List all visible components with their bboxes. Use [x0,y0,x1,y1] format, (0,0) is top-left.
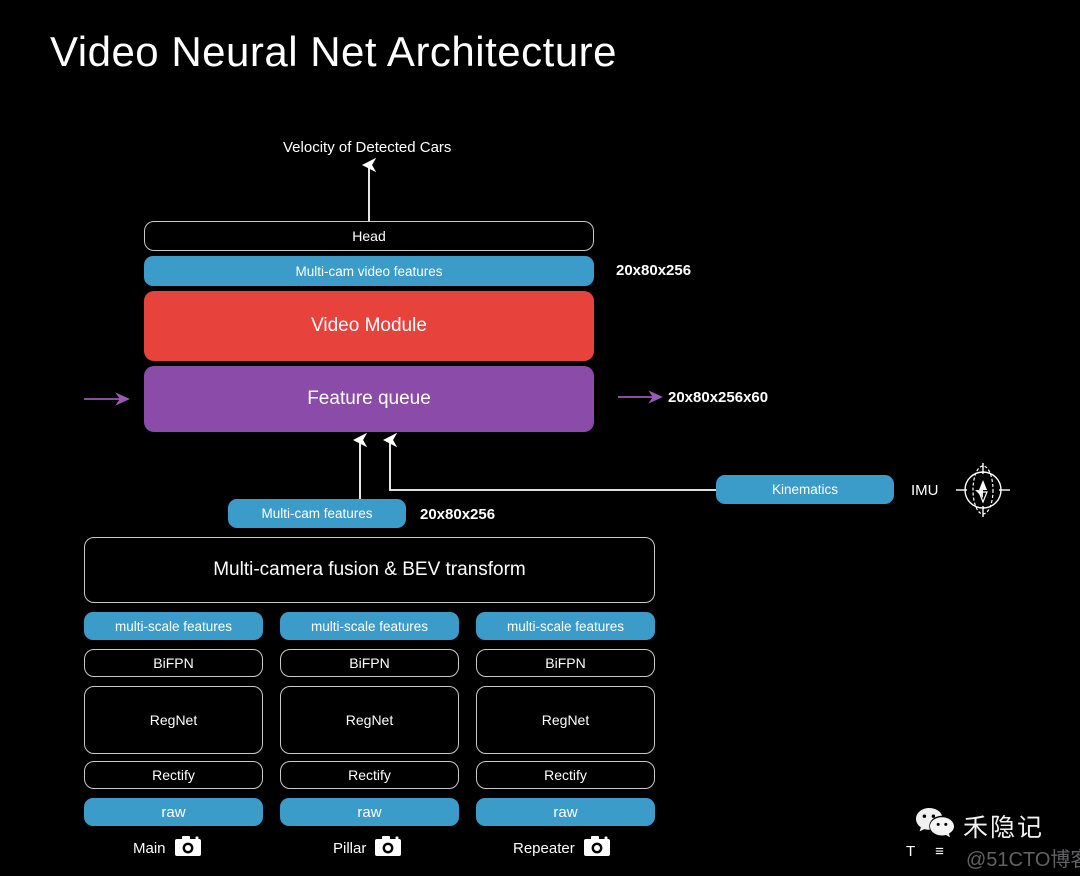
camera-pillar-label: Pillar [333,840,367,857]
node-pillar-bifpn[interactable]: BiFPN [280,649,459,677]
node-head-label: Head [352,228,386,244]
node-repeater-multiscale-features-label: multi-scale features [506,618,625,634]
node-pillar-rectify-label: Rectify [348,767,391,783]
imu-label: IMU [911,482,939,499]
node-pillar-raw-label: raw [357,803,382,821]
node-pillar-regnet-label: RegNet [345,712,394,728]
site-watermark: @51CTO博客 [966,849,1080,871]
page-title: Video Neural Net Architecture [50,28,618,75]
wechat-watermark: 禾隐记 [915,806,1044,845]
camera-repeater-label: Repeater [513,840,575,857]
camera-repeater[interactable]: Repeater [513,836,610,861]
node-fusion-bev[interactable]: Multi-camera fusion & BEV transform [84,537,655,603]
node-repeater-raw[interactable]: raw [476,798,655,826]
node-pillar-raw[interactable]: raw [280,798,459,826]
tesla-glyph-icon: T [906,843,916,860]
node-main-rectify[interactable]: Rectify [84,761,263,789]
node-main-raw[interactable]: raw [84,798,263,826]
menu-glyph-icon: ≡ [935,843,944,860]
wechat-channel-name: 禾隐记 [963,813,1045,842]
node-pillar-bifpn-label: BiFPN [349,655,390,671]
diagram-canvas: Video Neural Net Architecture Velocity o… [0,0,1080,876]
node-pillar-rectify[interactable]: Rectify [280,761,459,789]
node-main-bifpn[interactable]: BiFPN [84,649,263,677]
node-feature-queue[interactable]: Feature queue [144,366,594,432]
node-repeater-rectify-label: Rectify [544,767,587,783]
arrow-kinematics-to-queue [382,432,716,491]
node-multicam-features[interactable]: Multi-cam features [228,499,406,528]
node-main-multiscale-features[interactable]: multi-scale features [84,612,263,640]
node-repeater-regnet-label: RegNet [541,712,590,728]
node-main-rectify-label: Rectify [152,767,195,783]
node-video-module-label: Video Module [311,315,427,336]
camera-icon [375,836,402,861]
node-main-regnet[interactable]: RegNet [84,686,263,754]
node-main-multiscale-features-label: multi-scale features [114,618,233,634]
node-repeater-bifpn-label: BiFPN [545,655,586,671]
camera-pillar[interactable]: Pillar [333,836,402,861]
node-main-bifpn-label: BiFPN [153,655,194,671]
camera-main[interactable]: Main [133,836,201,861]
node-pillar-multiscale-features-label: multi-scale features [310,618,429,634]
dims-multicam-video-features: 20x80x256 [616,262,692,279]
node-multicam-features-label: Multi-cam features [261,506,373,521]
node-multicam-video-features[interactable]: Multi-cam video features [144,256,594,286]
node-pillar-multiscale-features[interactable]: multi-scale features [280,612,459,640]
node-head[interactable]: Head [144,221,594,251]
node-repeater-rectify[interactable]: Rectify [476,761,655,789]
dims-multicam-features: 20x80x256 [420,506,496,523]
node-feature-queue-label: Feature queue [307,388,431,409]
dims-feature-queue: 20x80x256x60 [668,389,769,406]
node-kinematics-label: Kinematics [771,482,839,497]
node-repeater-multiscale-features[interactable]: multi-scale features [476,612,655,640]
node-repeater-bifpn[interactable]: BiFPN [476,649,655,677]
node-kinematics[interactable]: Kinematics [716,475,894,504]
output-label-velocity: Velocity of Detected Cars [283,139,452,156]
node-multicam-video-features-label: Multi-cam video features [295,263,443,279]
node-repeater-raw-label: raw [553,803,578,821]
bottom-glyph-row: T ≡ [906,843,944,860]
node-fusion-bev-label: Multi-camera fusion & BEV transform [213,559,526,580]
node-main-raw-label: raw [161,803,186,821]
node-pillar-regnet[interactable]: RegNet [280,686,459,754]
node-video-module[interactable]: Video Module [144,291,594,361]
camera-icon [583,836,610,861]
camera-icon [174,836,201,861]
camera-main-label: Main [133,840,166,857]
node-repeater-regnet[interactable]: RegNet [476,686,655,754]
node-main-regnet-label: RegNet [149,712,198,728]
wechat-icon [915,806,955,845]
imu-gyroscope-icon [955,460,1011,520]
